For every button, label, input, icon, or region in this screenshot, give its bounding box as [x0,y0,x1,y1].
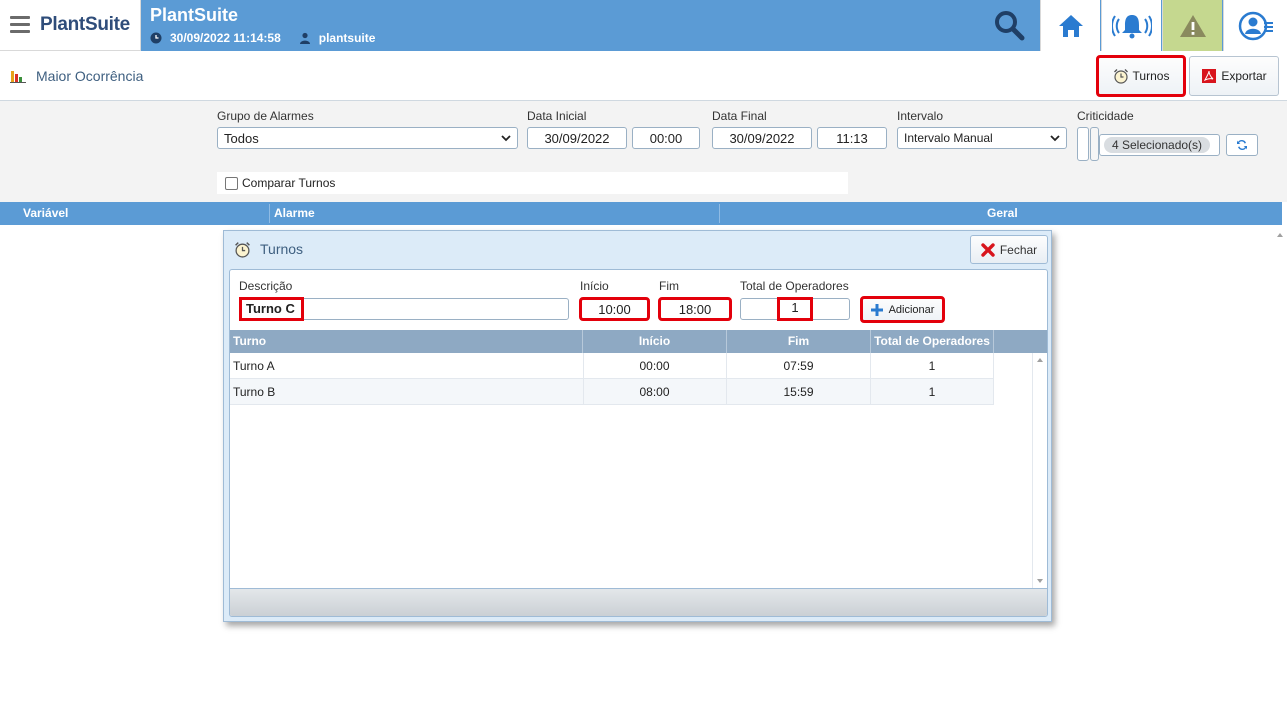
interval-select[interactable]: Intervalo Manual [897,127,1067,149]
add-shift-button-label: Adicionar [888,303,935,316]
alarm-clock-icon [235,242,250,258]
home-button[interactable] [1040,0,1100,51]
page-title: Maior Ocorrência [36,68,144,84]
criticality-badge: 4 Selecionado(s) [1104,137,1211,153]
session-user: plantsuite [318,31,376,45]
plus-icon [870,303,883,316]
pdf-icon [1202,69,1217,83]
scroll-up-icon[interactable] [1033,355,1047,365]
cell-turno: Turno B [233,385,276,399]
compare-shifts-option[interactable]: Comparar Turnos [217,172,848,194]
session-datetime: 30/09/2022 11:14:58 [170,31,281,45]
hamburger-menu-icon[interactable] [10,16,30,34]
scroll-up-icon[interactable] [1273,228,1287,242]
close-icon [981,242,995,257]
column-alarme[interactable]: Alarme [274,206,315,220]
criticality-select[interactable]: 4 Selecionado(s) [1099,134,1220,156]
start-label: Início [580,279,609,293]
bell-icon [1111,14,1152,38]
alarm-group-select[interactable]: Todos [217,127,518,149]
cell-fim: 07:59 [783,359,814,373]
end-time-input[interactable]: 11:13 [817,127,887,149]
page-scrollbar[interactable] [1273,226,1287,725]
table-scrollbar[interactable] [1032,353,1047,588]
session-info: 30/09/2022 11:14:58 plantsuite [150,31,375,45]
home-icon [1058,14,1083,37]
cell-turno: Turno A [233,359,275,373]
description-input[interactable]: Turno C [239,297,569,321]
dialog-title: Turnos [260,241,304,257]
shifts-form-panel: Descrição Turno C Início 10:00 Fim 18:00… [229,269,1048,617]
turnos-button-label: Turnos [1132,69,1170,83]
alarm-clock-icon [1113,69,1128,84]
column-total-operadores[interactable]: Total de Operadores [871,334,993,348]
brand-logo: PlantSuite [40,14,130,35]
interval-value: Intervalo Manual [904,131,993,145]
refresh-button[interactable] [1226,134,1258,156]
add-shift-button[interactable]: Adicionar [860,296,945,323]
end-label: Fim [659,279,679,293]
end-time-field[interactable]: 18:00 [658,297,732,321]
cell-inicio: 08:00 [639,385,670,399]
column-geral[interactable]: Geral [987,206,1018,220]
end-date-label: Data Final [712,109,767,123]
compare-shifts-label: Comparar Turnos [242,176,336,190]
filter-panel: Grupo de Alarmes Todos Data Inicial 30/0… [0,101,1287,202]
chevron-down-icon [1050,135,1060,142]
export-button[interactable]: Exportar [1189,56,1279,96]
table-row[interactable]: Turno B 08:00 15:59 1 [230,379,994,405]
interval-label: Intervalo [897,109,944,123]
start-time-field[interactable]: 10:00 [579,297,650,321]
alarm-group-label: Grupo de Alarmes [217,109,314,123]
turnos-button[interactable]: Turnos [1096,55,1186,97]
column-variavel[interactable]: Variável [23,206,68,220]
scroll-down-icon[interactable] [1033,576,1047,586]
brand-area: PlantSuite [0,0,141,51]
cell-operadores: 1 [928,359,936,373]
close-button[interactable]: Fechar [970,235,1048,264]
description-value: Turno C [239,297,304,321]
shifts-table-header: Turno Início Fim Total de Operadores [230,330,1047,353]
criticality-slider-right[interactable] [1090,127,1099,161]
bar-chart-icon [10,71,26,83]
shifts-dialog: Turnos Fechar Descrição Turno C Início 1… [223,230,1052,622]
end-date-input[interactable]: 30/09/2022 [712,127,812,149]
close-button-label: Fechar [999,242,1038,257]
column-turno[interactable]: Turno [233,334,266,348]
criticality-label: Criticidade [1077,109,1134,123]
results-grid-header: Variável Alarme Geral [0,202,1282,225]
table-row[interactable]: Turno A 00:00 07:59 1 [230,353,994,379]
clock-icon [150,32,162,44]
operators-input[interactable]: 1 [740,297,850,321]
cell-operadores: 1 [928,385,936,399]
compare-shifts-checkbox[interactable] [225,176,238,190]
warnings-button[interactable] [1162,0,1222,51]
warning-icon [1179,14,1206,37]
top-bar: PlantSuite PlantSuite 30/09/2022 11:14:5… [0,0,1287,51]
operators-label: Total de Operadores [740,279,849,293]
column-fim[interactable]: Fim [727,334,870,348]
alarm-group-value: Todos [224,130,259,146]
cell-fim: 15:59 [783,385,814,399]
description-label: Descrição [239,279,293,293]
page-header: Maior Ocorrência Turnos Exportar [0,51,1287,101]
user-menu-button[interactable] [1223,0,1287,51]
cell-inicio: 00:00 [639,359,670,373]
export-button-label: Exportar [1221,69,1267,83]
start-date-input[interactable]: 30/09/2022 [527,127,627,149]
table-footer [230,588,1047,616]
user-icon [299,32,310,44]
chevron-down-icon [501,135,511,142]
start-date-label: Data Inicial [527,109,587,123]
column-inicio[interactable]: Início [583,334,726,348]
search-icon[interactable] [992,8,1026,42]
app-title: PlantSuite [150,5,239,25]
user-profile-icon [1238,11,1273,40]
operators-value: 1 [777,297,813,321]
alarms-button[interactable] [1101,0,1161,51]
refresh-icon [1237,139,1247,151]
criticality-slider-left[interactable] [1077,127,1089,161]
start-time-input[interactable]: 00:00 [632,127,700,149]
